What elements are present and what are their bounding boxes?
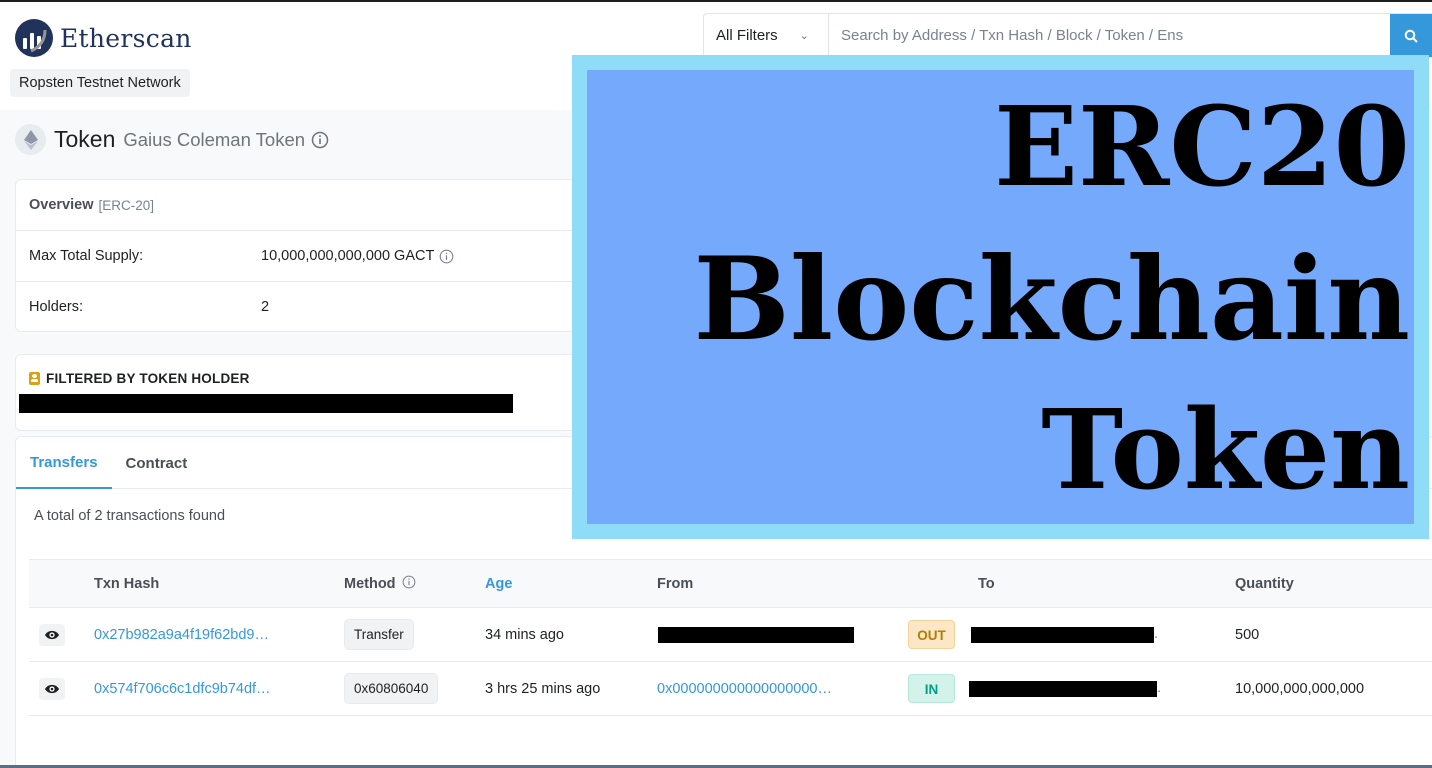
method-badge: 0x60806040 bbox=[344, 673, 439, 704]
banner-panel: ERC20 Blockchain Token bbox=[587, 70, 1414, 524]
search-icon bbox=[1404, 29, 1418, 43]
view-cell bbox=[29, 661, 94, 716]
age-cell: 3 hrs 25 mins ago bbox=[485, 661, 657, 716]
token-holder-filter-card: FILTERED BY TOKEN HOLDER bbox=[15, 354, 615, 431]
col-view bbox=[29, 559, 94, 608]
redacted-to-address bbox=[971, 626, 1154, 643]
logo-text: Etherscan bbox=[60, 23, 192, 53]
max-supply-value: 10,000,000,000,000 GACT bbox=[261, 248, 435, 264]
max-supply-value-wrap: 10,000,000,000,000 GACT bbox=[261, 248, 454, 264]
col-quantity: Quantity bbox=[1235, 559, 1432, 608]
direction-cell: IN bbox=[908, 661, 978, 716]
search-input[interactable] bbox=[829, 14, 1390, 57]
redacted-from-address bbox=[658, 626, 854, 643]
page-title: Token Gaius Coleman Token bbox=[15, 124, 329, 155]
txn-hash-link[interactable]: 0x27b982a9a4f19f62bd9… bbox=[94, 627, 269, 643]
filter-heading: FILTERED BY TOKEN HOLDER bbox=[29, 371, 250, 386]
filter-heading-text: FILTERED BY TOKEN HOLDER bbox=[46, 371, 250, 386]
direction-cell: OUT bbox=[908, 607, 978, 662]
view-details-button[interactable] bbox=[39, 623, 65, 646]
token-standard-tag: [ERC-20] bbox=[98, 197, 155, 213]
token-name: Gaius Coleman Token bbox=[123, 128, 306, 150]
holders-row: Holders: 2 bbox=[16, 281, 614, 331]
col-method-label: Method bbox=[344, 576, 396, 592]
col-method: Method bbox=[344, 559, 485, 608]
search-filter-select[interactable]: All Filters ⌄ bbox=[704, 14, 829, 57]
from-cell bbox=[657, 607, 908, 662]
direction-badge-in: IN bbox=[908, 674, 955, 703]
redacted-to-address bbox=[969, 680, 1157, 697]
etherscan-logo[interactable]: Etherscan bbox=[14, 18, 192, 58]
search-filter-value: All Filters bbox=[716, 27, 778, 44]
erc20-banner-overlay: ERC20 Blockchain Token bbox=[572, 55, 1429, 539]
eye-icon bbox=[45, 630, 59, 639]
transfers-table: Txn Hash Method Age From To Quantity 0x2… bbox=[29, 559, 1432, 716]
banner-line-blockchain: Blockchain bbox=[693, 232, 1410, 366]
col-direction bbox=[908, 559, 978, 608]
txn-hash-link[interactable]: 0x574f706c6c1dfc9b74df… bbox=[94, 681, 271, 697]
col-age[interactable]: Age bbox=[485, 559, 657, 608]
truncation-dot: . bbox=[1154, 626, 1159, 643]
from-address-link[interactable]: 0x000000000000000000… bbox=[657, 681, 832, 697]
quantity-cell: 500 bbox=[1235, 607, 1432, 662]
method-badge: Transfer bbox=[344, 619, 414, 650]
direction-badge-out: OUT bbox=[908, 620, 955, 649]
search-button[interactable] bbox=[1390, 14, 1432, 57]
token-label: Token bbox=[54, 126, 116, 152]
col-from: From bbox=[657, 559, 908, 608]
from-cell: 0x000000000000000000… bbox=[657, 661, 908, 716]
info-icon[interactable] bbox=[402, 575, 416, 589]
quantity-cell: 10,000,000,000,000 bbox=[1235, 661, 1432, 716]
overview-title: Overview bbox=[29, 197, 94, 213]
overview-header: Overview [ERC-20] bbox=[16, 180, 614, 231]
view-cell bbox=[29, 607, 94, 662]
chevron-down-icon: ⌄ bbox=[799, 30, 809, 42]
network-badge: Ropsten Testnet Network bbox=[10, 69, 190, 97]
to-cell: . bbox=[971, 607, 1235, 662]
table-row: 0x27b982a9a4f19f62bd9… Transfer 34 mins … bbox=[29, 607, 1432, 662]
search-bar: All Filters ⌄ bbox=[703, 13, 1432, 58]
redacted-holder-address bbox=[19, 394, 513, 413]
max-supply-row: Max Total Supply: 10,000,000,000,000 GAC… bbox=[16, 231, 614, 281]
info-icon[interactable] bbox=[311, 131, 329, 149]
overview-card: Overview [ERC-20] Max Total Supply: 10,0… bbox=[15, 179, 615, 332]
banner-line-token: Token bbox=[1041, 385, 1410, 514]
holders-label: Holders: bbox=[29, 298, 83, 315]
tab-contract[interactable]: Contract bbox=[112, 437, 202, 489]
truncation-dot: . bbox=[1157, 680, 1162, 697]
holders-value: 2 bbox=[261, 298, 270, 315]
banner-line-erc20: ERC20 bbox=[994, 82, 1410, 211]
age-sort-link[interactable]: Age bbox=[485, 576, 512, 592]
transaction-count: A total of 2 transactions found bbox=[34, 508, 226, 524]
view-details-button[interactable] bbox=[39, 677, 65, 700]
max-supply-label: Max Total Supply: bbox=[29, 248, 144, 264]
tab-transfers[interactable]: Transfers bbox=[16, 437, 112, 489]
eye-icon bbox=[45, 684, 59, 693]
etherscan-logo-icon bbox=[15, 19, 53, 57]
age-cell: 34 mins ago bbox=[485, 607, 657, 662]
to-cell: . bbox=[969, 661, 1235, 716]
info-icon[interactable] bbox=[439, 249, 454, 264]
col-txn-hash: Txn Hash bbox=[94, 559, 344, 608]
col-to: To bbox=[978, 559, 1235, 608]
ethereum-token-icon bbox=[15, 124, 46, 155]
user-badge-icon bbox=[29, 372, 40, 385]
table-row: 0x574f706c6c1dfc9b74df… 0x60806040 3 hrs… bbox=[29, 661, 1432, 716]
table-header-row: Txn Hash Method Age From To Quantity bbox=[29, 559, 1432, 608]
